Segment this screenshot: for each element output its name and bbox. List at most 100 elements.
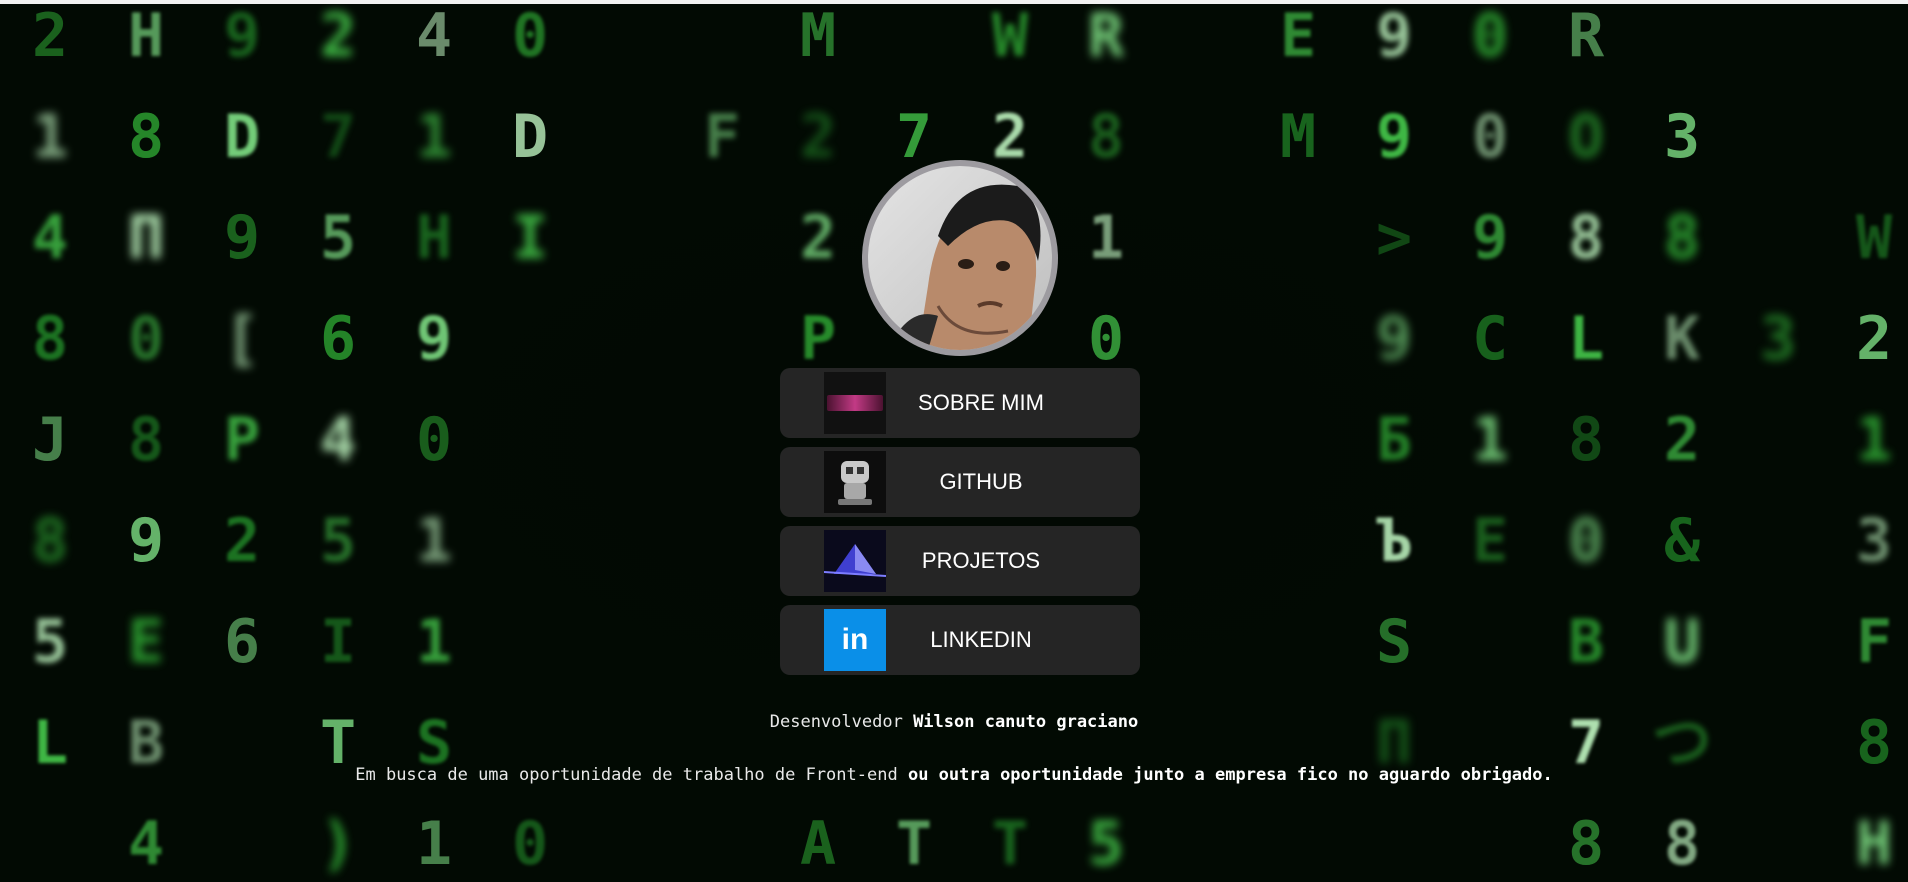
matrix-glyph: 2: [991, 102, 1029, 172]
matrix-glyph: E: [127, 607, 165, 677]
matrix-glyph: 0: [1471, 4, 1509, 71]
matrix-glyph: 5: [319, 203, 357, 273]
matrix-glyph: 9: [415, 304, 453, 374]
message-plain: Em busca de uma oportunidade de trabalho…: [355, 765, 898, 785]
link-sobre-mim[interactable]: SOBRE MIM: [780, 368, 1140, 438]
matrix-glyph: 2: [1663, 405, 1701, 475]
matrix-glyph: 5: [31, 607, 69, 677]
developer-name: Wilson canuto graciano: [913, 712, 1139, 732]
link-linkedin[interactable]: in LINKEDIN: [780, 605, 1140, 675]
matrix-glyph: 0: [127, 304, 165, 374]
matrix-glyph: 5: [1087, 809, 1125, 879]
matrix-glyph: 1: [31, 102, 69, 172]
matrix-glyph: 3: [1855, 506, 1893, 576]
matrix-glyph: 8: [1567, 809, 1605, 879]
link-label-sobre-mim: SOBRE MIM: [918, 390, 1044, 415]
matrix-glyph: F: [1855, 607, 1893, 677]
matrix-glyph: E: [1279, 4, 1317, 71]
matrix-glyph: 9: [223, 4, 261, 71]
matrix-glyph: 9: [1375, 4, 1413, 71]
matrix-glyph: П: [127, 203, 165, 273]
matrix-glyph: J: [31, 405, 69, 475]
matrix-glyph: 4: [31, 203, 69, 273]
profile-avatar: [862, 160, 1058, 356]
matrix-glyph: 9: [127, 506, 165, 576]
matrix-glyph: R: [1567, 4, 1605, 71]
matrix-glyph: P: [799, 304, 837, 374]
matrix-glyph: P: [223, 405, 261, 475]
linkedin-logo-icon: in: [824, 609, 886, 671]
matrix-glyph: 8: [1087, 102, 1125, 172]
matrix-glyph: 2: [223, 506, 261, 576]
matrix-glyph: M: [1279, 102, 1317, 172]
matrix-glyph: W: [991, 4, 1029, 71]
matrix-glyph: D: [223, 102, 261, 172]
matrix-glyph: 0: [1471, 102, 1509, 172]
matrix-glyph: 1: [1087, 203, 1125, 273]
matrix-glyph: 9: [1471, 203, 1509, 273]
matrix-glyph: S: [1375, 607, 1413, 677]
link-projetos[interactable]: PROJETOS: [780, 526, 1140, 596]
matrix-glyph: M: [799, 4, 837, 71]
matrix-glyph: H: [415, 203, 453, 273]
matrix-glyph: O: [1567, 102, 1605, 172]
matrix-glyph: 8: [31, 304, 69, 374]
matrix-glyph: 8: [31, 506, 69, 576]
wilson-banner-icon: [824, 372, 886, 434]
matrix-glyph: C: [1471, 304, 1509, 374]
matrix-glyph: ): [319, 809, 357, 879]
link-label-github: GITHUB: [939, 469, 1023, 494]
matrix-glyph: H: [1855, 809, 1893, 879]
matrix-glyph: 7: [895, 102, 933, 172]
matrix-glyph: I: [319, 607, 357, 677]
matrix-glyph: 9: [223, 203, 261, 273]
avatar-photo: [868, 166, 1052, 350]
link-github[interactable]: GITHUB: [780, 447, 1140, 517]
matrix-glyph: >: [1375, 203, 1413, 273]
matrix-glyph: 0: [511, 809, 549, 879]
matrix-glyph: 8: [1663, 203, 1701, 273]
matrix-glyph: 1: [415, 102, 453, 172]
matrix-glyph: Б: [1375, 405, 1413, 475]
matrix-glyph: T: [895, 809, 933, 879]
matrix-glyph: 2: [319, 4, 357, 71]
linkedin-logo-text: in: [841, 623, 869, 656]
matrix-glyph: 1: [1471, 405, 1509, 475]
matrix-glyph: D: [511, 102, 549, 172]
matrix-glyph: 8: [1567, 203, 1605, 273]
matrix-glyph: T: [991, 809, 1029, 879]
matrix-glyph: 2: [799, 102, 837, 172]
matrix-glyph: 0: [1567, 506, 1605, 576]
matrix-glyph: 2: [799, 203, 837, 273]
matrix-glyph: 8: [127, 102, 165, 172]
link-label-projetos: PROJETOS: [921, 548, 1041, 573]
matrix-glyph: 1: [1855, 405, 1893, 475]
matrix-glyph: A: [799, 809, 837, 879]
matrix-glyph: 0: [511, 4, 549, 71]
matrix-glyph: 7: [319, 102, 357, 172]
matrix-glyph: L: [1567, 304, 1605, 374]
matrix-glyph: 6: [223, 607, 261, 677]
matrix-glyph: 4: [415, 4, 453, 71]
matrix-glyph: [: [223, 304, 261, 374]
matrix-glyph: 0: [1087, 304, 1125, 374]
matrix-glyph: 1: [415, 506, 453, 576]
matrix-glyph: 2: [31, 4, 69, 71]
matrix-glyph: 3: [1759, 304, 1797, 374]
matrix-glyph: 1: [415, 607, 453, 677]
matrix-glyph: K: [1663, 304, 1701, 374]
blue-pyramid-icon: [824, 530, 886, 592]
matrix-glyph: 0: [415, 405, 453, 475]
matrix-glyph: 3: [1663, 102, 1701, 172]
matrix-rain-background: 2 1 4 8 J 8 5 L H 8 П 0 8 9 E B 4 9 D 9[P 2 6 2 7 5 6 4 5 I T) 4 1 H 9 0 1 1…: [0, 4, 1908, 882]
job-search-message: Em busca de uma oportunidade de trabalho…: [0, 765, 1908, 785]
matrix-glyph: 9: [1375, 304, 1413, 374]
matrix-glyph: 9: [1375, 102, 1413, 172]
matrix-glyph: E: [1471, 506, 1509, 576]
matrix-glyph: 1: [415, 809, 453, 879]
developer-credit: Desenvolvedor Wilson canuto graciano: [0, 712, 1908, 732]
matrix-glyph: 6: [319, 304, 357, 374]
matrix-glyph: R: [1087, 4, 1125, 71]
face-illustration-icon: [888, 184, 1041, 350]
matrix-glyph: 2: [1855, 304, 1893, 374]
